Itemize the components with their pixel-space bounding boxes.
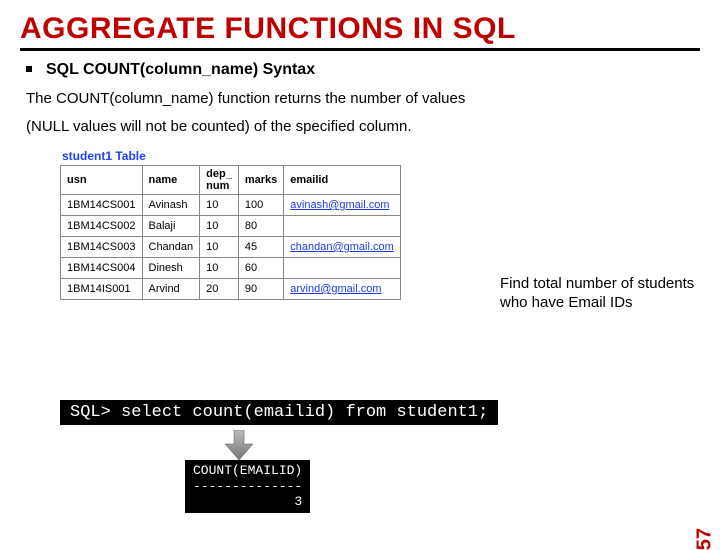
subheading: SQL COUNT(column_name) Syntax xyxy=(46,61,315,79)
cell: 1BM14CS001 xyxy=(61,195,143,216)
cell: 1BM14CS004 xyxy=(61,258,143,279)
page-number: 57 xyxy=(693,528,716,550)
cell: Arvind xyxy=(142,279,200,300)
col-name: name xyxy=(142,166,200,195)
cell: 1BM14CS002 xyxy=(61,216,143,237)
email-link: chandan@gmail.com xyxy=(290,241,394,253)
result-header: COUNT(EMAILID) xyxy=(193,463,302,478)
cell: 60 xyxy=(238,258,283,279)
table-caption: student1 Table xyxy=(62,149,700,163)
cell-email: arvind@gmail.com xyxy=(284,279,401,300)
cell: Chandan xyxy=(142,237,200,258)
email-link: arvind@gmail.com xyxy=(290,283,381,295)
cell xyxy=(284,258,401,279)
cell: 100 xyxy=(238,195,283,216)
table-row: 1BM14CS002 Balaji 10 80 xyxy=(61,216,401,237)
cell: Dinesh xyxy=(142,258,200,279)
cell: 80 xyxy=(238,216,283,237)
cell: Avinash xyxy=(142,195,200,216)
email-link: avinash@gmail.com xyxy=(290,199,389,211)
cell: Balaji xyxy=(142,216,200,237)
cell: 10 xyxy=(200,216,239,237)
title-rule xyxy=(20,48,700,51)
cell xyxy=(284,216,401,237)
result-value: 3 xyxy=(193,494,302,509)
cell: 45 xyxy=(238,237,283,258)
cell: 10 xyxy=(200,237,239,258)
cell: 10 xyxy=(200,258,239,279)
description-line-2: (NULL values will not be counted) of the… xyxy=(26,115,700,139)
arrow-down-icon xyxy=(225,430,253,460)
table-header-row: usn name dep_ num marks emailid xyxy=(61,166,401,195)
col-emailid: emailid xyxy=(284,166,401,195)
sql-query-block: SQL> select count(emailid) from student1… xyxy=(60,400,498,425)
col-usn: usn xyxy=(61,166,143,195)
col-marks: marks xyxy=(238,166,283,195)
description-line-1: The COUNT(column_name) function returns … xyxy=(26,87,700,111)
student-table: usn name dep_ num marks emailid 1BM14CS0… xyxy=(60,165,401,300)
table-row: 1BM14CS001 Avinash 10 100 avinash@gmail.… xyxy=(61,195,401,216)
result-divider: -------------- xyxy=(193,479,302,494)
cell: 20 xyxy=(200,279,239,300)
callout-text: Find total number of students who have E… xyxy=(500,275,700,313)
slide: AGGREGATE FUNCTIONS IN SQL SQL COUNT(col… xyxy=(0,0,720,540)
table-row: 1BM14CS003 Chandan 10 45 chandan@gmail.c… xyxy=(61,237,401,258)
cell: 1BM14IS001 xyxy=(61,279,143,300)
cell: 90 xyxy=(238,279,283,300)
table-row: 1BM14IS001 Arvind 20 90 arvind@gmail.com xyxy=(61,279,401,300)
sql-result-block: COUNT(EMAILID) -------------- 3 xyxy=(185,460,310,513)
cell: 1BM14CS003 xyxy=(61,237,143,258)
cell: 10 xyxy=(200,195,239,216)
table-body: 1BM14CS001 Avinash 10 100 avinash@gmail.… xyxy=(61,195,401,300)
col-depnum: dep_ num xyxy=(200,166,239,195)
slide-title: AGGREGATE FUNCTIONS IN SQL xyxy=(20,12,700,46)
bullet-row: SQL COUNT(column_name) Syntax xyxy=(26,61,700,79)
cell-email: avinash@gmail.com xyxy=(284,195,401,216)
table-row: 1BM14CS004 Dinesh 10 60 xyxy=(61,258,401,279)
bullet-icon xyxy=(26,66,32,72)
cell-email: chandan@gmail.com xyxy=(284,237,401,258)
